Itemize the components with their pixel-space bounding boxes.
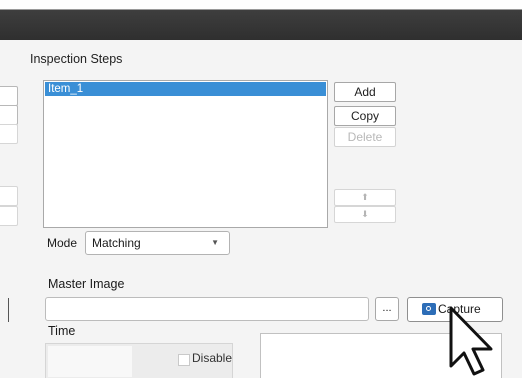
master-image-label: Master Image <box>48 277 125 291</box>
mode-select[interactable]: Matching ▼ <box>85 231 230 255</box>
browse-button[interactable]: ... <box>375 297 399 321</box>
mode-value: Matching <box>92 236 141 250</box>
disable-checkbox[interactable] <box>178 354 190 366</box>
section-title: Inspection Steps <box>30 52 123 66</box>
mouse-cursor-icon <box>449 306 493 376</box>
mode-label: Mode <box>47 236 78 250</box>
time-label: Time <box>48 324 76 338</box>
left-field-5[interactable] <box>0 206 18 226</box>
left-field-3[interactable] <box>0 124 18 144</box>
left-field-4[interactable] <box>0 186 18 206</box>
window-titlebar <box>0 10 522 40</box>
arrow-up-icon: ⬆ <box>361 192 369 202</box>
master-image-path-input[interactable] <box>45 297 369 321</box>
disable-label: Disable <box>192 351 233 365</box>
left-field-2[interactable] <box>0 105 18 125</box>
arrow-down-icon: ⬇ <box>361 209 369 219</box>
camera-icon <box>422 303 436 315</box>
delete-button[interactable]: Delete <box>334 127 396 147</box>
steps-listbox[interactable]: Item_1 <box>43 80 328 228</box>
left-field-1[interactable] <box>0 86 18 106</box>
add-button[interactable]: Add <box>334 82 396 102</box>
copy-button[interactable]: Copy <box>334 106 396 126</box>
list-item[interactable]: Item_1 <box>45 82 326 96</box>
left-divider <box>8 298 9 322</box>
move-up-button[interactable]: ⬆ <box>334 189 396 206</box>
chevron-down-icon: ▼ <box>211 238 219 247</box>
time-input[interactable] <box>48 346 132 377</box>
move-down-button[interactable]: ⬇ <box>334 206 396 223</box>
